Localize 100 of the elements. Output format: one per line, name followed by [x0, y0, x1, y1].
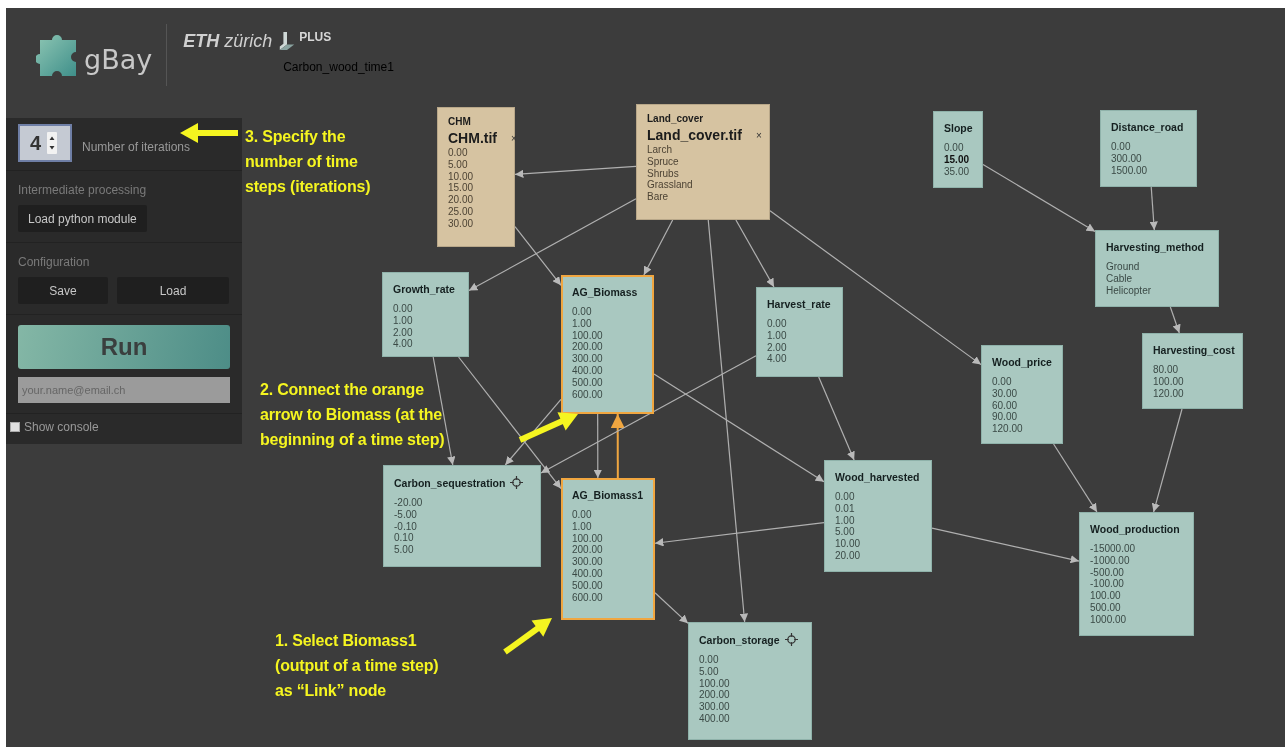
- state-value[interactable]: 2.00: [393, 326, 413, 339]
- state-value[interactable]: 90.00: [992, 411, 1018, 424]
- state-value[interactable]: 15.00: [448, 182, 474, 195]
- state-value[interactable]: Bare: [647, 191, 669, 203]
- state-value[interactable]: -20.00: [394, 497, 423, 509]
- state-value[interactable]: 0.00: [944, 142, 964, 154]
- state-value[interactable]: 4.00: [393, 338, 413, 351]
- state-value[interactable]: Helicopter: [1106, 284, 1152, 297]
- state-value[interactable]: 15.00: [944, 153, 970, 166]
- state-value[interactable]: Cable: [1106, 272, 1133, 285]
- state-value[interactable]: 60.00: [992, 399, 1018, 412]
- state-value[interactable]: 0.00: [767, 318, 787, 330]
- node-card[interactable]: Distance_road 0.00 300.00 1500.00: [1100, 110, 1197, 187]
- state-value[interactable]: 500.00: [1090, 602, 1121, 614]
- state-value[interactable]: 0.00: [835, 491, 855, 503]
- state-value[interactable]: 0.00: [1111, 141, 1131, 153]
- remove-file-button[interactable]: ×: [755, 129, 762, 141]
- state-value[interactable]: 400.00: [699, 713, 730, 725]
- state-value[interactable]: 20.00: [448, 194, 474, 206]
- state-value[interactable]: 300.00: [572, 556, 603, 568]
- state-value[interactable]: 2.00: [767, 341, 787, 354]
- state-value[interactable]: 0.00: [448, 147, 468, 159]
- state-value[interactable]: -5.00: [394, 508, 417, 521]
- node-card[interactable]: Wood_harvested 0.00 0.01 1.00 5.00 10.00 20.00: [824, 460, 932, 572]
- node-card[interactable]: Harvesting_cost 80.00 100.00 120.00: [1142, 333, 1243, 409]
- state-value[interactable]: Grassland: [647, 179, 693, 192]
- state-value[interactable]: 400.00: [572, 365, 603, 377]
- config-button[interactable]: Save: [18, 277, 108, 304]
- crosshair-icon[interactable]: [510, 476, 524, 489]
- state-value[interactable]: 300.00: [699, 701, 730, 713]
- state-value[interactable]: Larch: [647, 144, 672, 156]
- state-value[interactable]: 30.00: [992, 387, 1018, 400]
- state-value[interactable]: 5.00: [394, 544, 414, 556]
- state-value[interactable]: 120.00: [1153, 387, 1184, 400]
- state-value[interactable]: 0.00: [393, 303, 413, 315]
- state-value[interactable]: 1000.00: [1090, 613, 1127, 626]
- node-card[interactable]: Land_cover Land_cover.tif × Larch Spruce Shrubs Grassland Bare: [636, 104, 770, 220]
- node-card[interactable]: Carbon_sequestration -20.00 -5.00 -0.10 0.10 5.00: [383, 465, 541, 567]
- state-value[interactable]: -0.10: [394, 520, 417, 533]
- state-value[interactable]: 0.01: [835, 502, 855, 515]
- node-card[interactable]: AG_Biomass1 0.00 1.00 100.00 200.00 300.00 400.00 500.00 600.00: [561, 478, 655, 620]
- node-card[interactable]: Harvesting_method Ground Cable Helicopter: [1095, 230, 1219, 307]
- state-value[interactable]: 1.00: [572, 520, 592, 533]
- remove-file-button[interactable]: ×: [511, 132, 517, 144]
- state-value[interactable]: Ground: [1106, 261, 1140, 273]
- node-card[interactable]: CHM CHM.tif × 0.00 5.00 10.00 15.00 20.00 25.00 30.00: [437, 107, 515, 247]
- state-value[interactable]: 100.00: [572, 329, 603, 342]
- state-value[interactable]: 400.00: [572, 568, 603, 580]
- node-card[interactable]: Harvest_rate 0.00 1.00 2.00 4.00: [756, 287, 843, 377]
- state-value[interactable]: 500.00: [572, 376, 603, 389]
- crosshair-icon[interactable]: [784, 633, 798, 646]
- node-card[interactable]: Wood_production -15000.00 -1000.00 -500.00 -100.00 100.00 500.00 1000.00: [1079, 512, 1194, 636]
- state-value[interactable]: Spruce: [647, 155, 679, 168]
- state-value[interactable]: 10.00: [448, 170, 474, 183]
- state-value[interactable]: -1000.00: [1090, 554, 1130, 567]
- state-value[interactable]: 0.10: [394, 532, 414, 545]
- state-value[interactable]: -15000.00: [1090, 543, 1136, 555]
- state-value[interactable]: 100.00: [699, 677, 730, 690]
- state-value[interactable]: -100.00: [1090, 578, 1124, 591]
- state-value[interactable]: 5.00: [448, 158, 468, 171]
- state-value[interactable]: 100.00: [1090, 590, 1121, 602]
- state-value[interactable]: 600.00: [572, 591, 603, 604]
- node-card[interactable]: Growth_rate 0.00 1.00 2.00 4.00: [382, 272, 469, 357]
- node-card[interactable]: Wood_price 0.00 30.00 60.00 90.00 120.00: [981, 345, 1063, 444]
- state-value[interactable]: 120.00: [992, 423, 1023, 435]
- state-value[interactable]: 300.00: [1111, 152, 1142, 165]
- state-value[interactable]: Shrubs: [647, 167, 679, 180]
- state-value[interactable]: 200.00: [699, 689, 730, 702]
- state-value[interactable]: 1.00: [767, 329, 787, 342]
- state-value[interactable]: 0.00: [572, 509, 592, 521]
- config-button[interactable]: Load: [117, 277, 229, 304]
- node-card[interactable]: Carbon_storage 0.00 5.00 100.00 200.00 300.00 400.00: [688, 622, 812, 740]
- state-value[interactable]: 1500.00: [1111, 164, 1148, 177]
- spinner-icon[interactable]: [47, 132, 58, 154]
- state-value[interactable]: 4.00: [767, 353, 787, 366]
- state-value[interactable]: 300.00: [572, 353, 603, 365]
- state-value[interactable]: 200.00: [572, 544, 603, 557]
- state-value[interactable]: 0.00: [992, 376, 1012, 388]
- state-value[interactable]: 1.00: [835, 514, 855, 527]
- load-module-button[interactable]: Load python module: [18, 205, 147, 232]
- state-value[interactable]: 0.00: [699, 654, 719, 666]
- node-card[interactable]: AG_Biomass 0.00 1.00 100.00 200.00 300.00 400.00 500.00 600.00: [561, 275, 654, 414]
- state-value[interactable]: 0.00: [572, 306, 592, 318]
- state-value[interactable]: 200.00: [572, 341, 603, 354]
- state-value[interactable]: 100.00: [572, 532, 603, 545]
- state-value[interactable]: 10.00: [835, 538, 861, 550]
- state-value[interactable]: 1.00: [572, 317, 592, 330]
- console-checkbox[interactable]: [10, 422, 20, 432]
- state-value[interactable]: 1.00: [393, 314, 413, 327]
- state-value[interactable]: 80.00: [1153, 364, 1179, 376]
- node-card[interactable]: Slope 0.00 15.00 35.00: [933, 111, 983, 188]
- state-value[interactable]: 25.00: [448, 206, 474, 218]
- state-value[interactable]: 600.00: [572, 388, 603, 401]
- iterations-field[interactable]: 4: [18, 124, 72, 162]
- state-value[interactable]: 35.00: [944, 165, 970, 178]
- run-button[interactable]: Run: [18, 325, 230, 369]
- state-value[interactable]: 500.00: [572, 579, 603, 592]
- state-value[interactable]: 5.00: [699, 665, 719, 678]
- state-value[interactable]: 30.00: [448, 217, 474, 230]
- state-value[interactable]: -500.00: [1090, 566, 1124, 579]
